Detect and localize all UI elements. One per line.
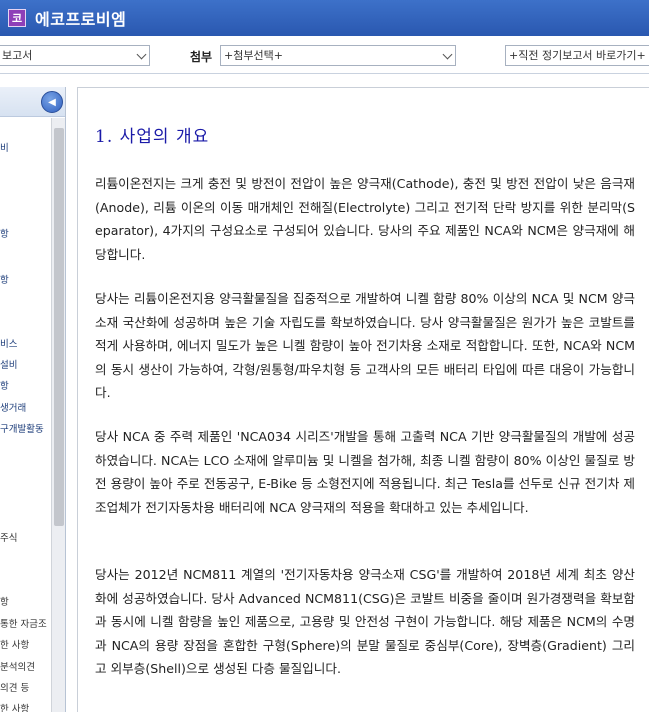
chevron-left-icon: ◀ xyxy=(48,96,56,108)
sidebar-tree: 비 항 항 비스 설비 항 생거래 구개발활동 주식 항 통한 자금조 한 사항… xyxy=(0,118,51,712)
report-select[interactable]: 보고서 xyxy=(0,45,150,66)
paragraph: 리튬이온전지는 크게 충전 및 방전이 전압이 높은 양극재(Cathode),… xyxy=(95,176,635,262)
sidebar-item[interactable]: 분석의견 xyxy=(0,659,35,673)
sidebar-item[interactable]: 설비 xyxy=(0,357,17,371)
app-logo-icon: 코 xyxy=(8,9,26,27)
chevron-down-icon xyxy=(442,49,453,60)
sidebar-header: ◀ xyxy=(0,87,65,117)
sidebar-item[interactable]: 생거래 xyxy=(0,400,26,414)
paragraph: 당사는 2012년 NCM811 계열의 '전기자동차용 양극소재 CSG'를 … xyxy=(95,567,635,676)
sidebar-item[interactable]: 비스 xyxy=(0,336,17,350)
sidebar-scrollbar-thumb[interactable] xyxy=(54,128,64,526)
report-select-value: 보고서 xyxy=(2,49,33,62)
previous-report-select[interactable]: +직전 정기보고서 바로가기+ xyxy=(505,45,649,66)
sidebar-item[interactable]: 한 사항 xyxy=(0,637,29,651)
sidebar-item[interactable]: 항 xyxy=(0,594,9,608)
toolbar: 보고서 첨부 +첨부선택+ +직전 정기보고서 바로가기+ xyxy=(0,36,649,74)
sidebar-item[interactable]: 비 xyxy=(0,140,9,154)
attachment-select[interactable]: +첨부선택+ xyxy=(220,45,456,66)
chevron-down-icon xyxy=(136,49,147,60)
sidebar-item[interactable]: 항 xyxy=(0,378,9,392)
attachment-select-value: +첨부선택+ xyxy=(224,49,283,62)
sidebar-item[interactable]: 주식 xyxy=(0,530,17,544)
paragraph: 당사 NCA 중 주력 제품인 'NCA034 시리즈'개발을 통해 고출력 N… xyxy=(95,429,635,515)
collapse-sidebar-button[interactable]: ◀ xyxy=(41,91,63,113)
sidebar-scrollbar[interactable] xyxy=(51,118,65,712)
previous-report-select-value: +직전 정기보고서 바로가기+ xyxy=(509,49,646,62)
app-title: 에코프로비엠 xyxy=(35,10,127,29)
sidebar-item[interactable]: 항 xyxy=(0,272,9,286)
sidebar-item[interactable]: 구개발활동 xyxy=(0,421,44,435)
sidebar-item[interactable]: 의견 등 xyxy=(0,680,29,694)
title-bar: 코 에코프로비엠 xyxy=(0,0,649,36)
sidebar-item[interactable]: 한 사항 xyxy=(0,701,29,712)
sidebar-item[interactable]: 항 xyxy=(0,226,9,240)
section-heading: 1. 사업의 개요 xyxy=(95,127,210,147)
sidebar-item[interactable]: 통한 자금조 xyxy=(0,616,47,630)
paragraph: 당사는 리튬이온전지용 양극활물질을 집중적으로 개발하여 니켈 함량 80% … xyxy=(95,291,635,400)
attach-label: 첨부 xyxy=(190,50,213,64)
sidebar: ◀ 비 항 항 비스 설비 항 생거래 구개발활동 주식 항 통한 자금조 한 … xyxy=(0,87,66,712)
document-viewer: 1. 사업의 개요 리튬이온전지는 크게 충전 및 방전이 전압이 높은 양극재… xyxy=(77,87,649,712)
